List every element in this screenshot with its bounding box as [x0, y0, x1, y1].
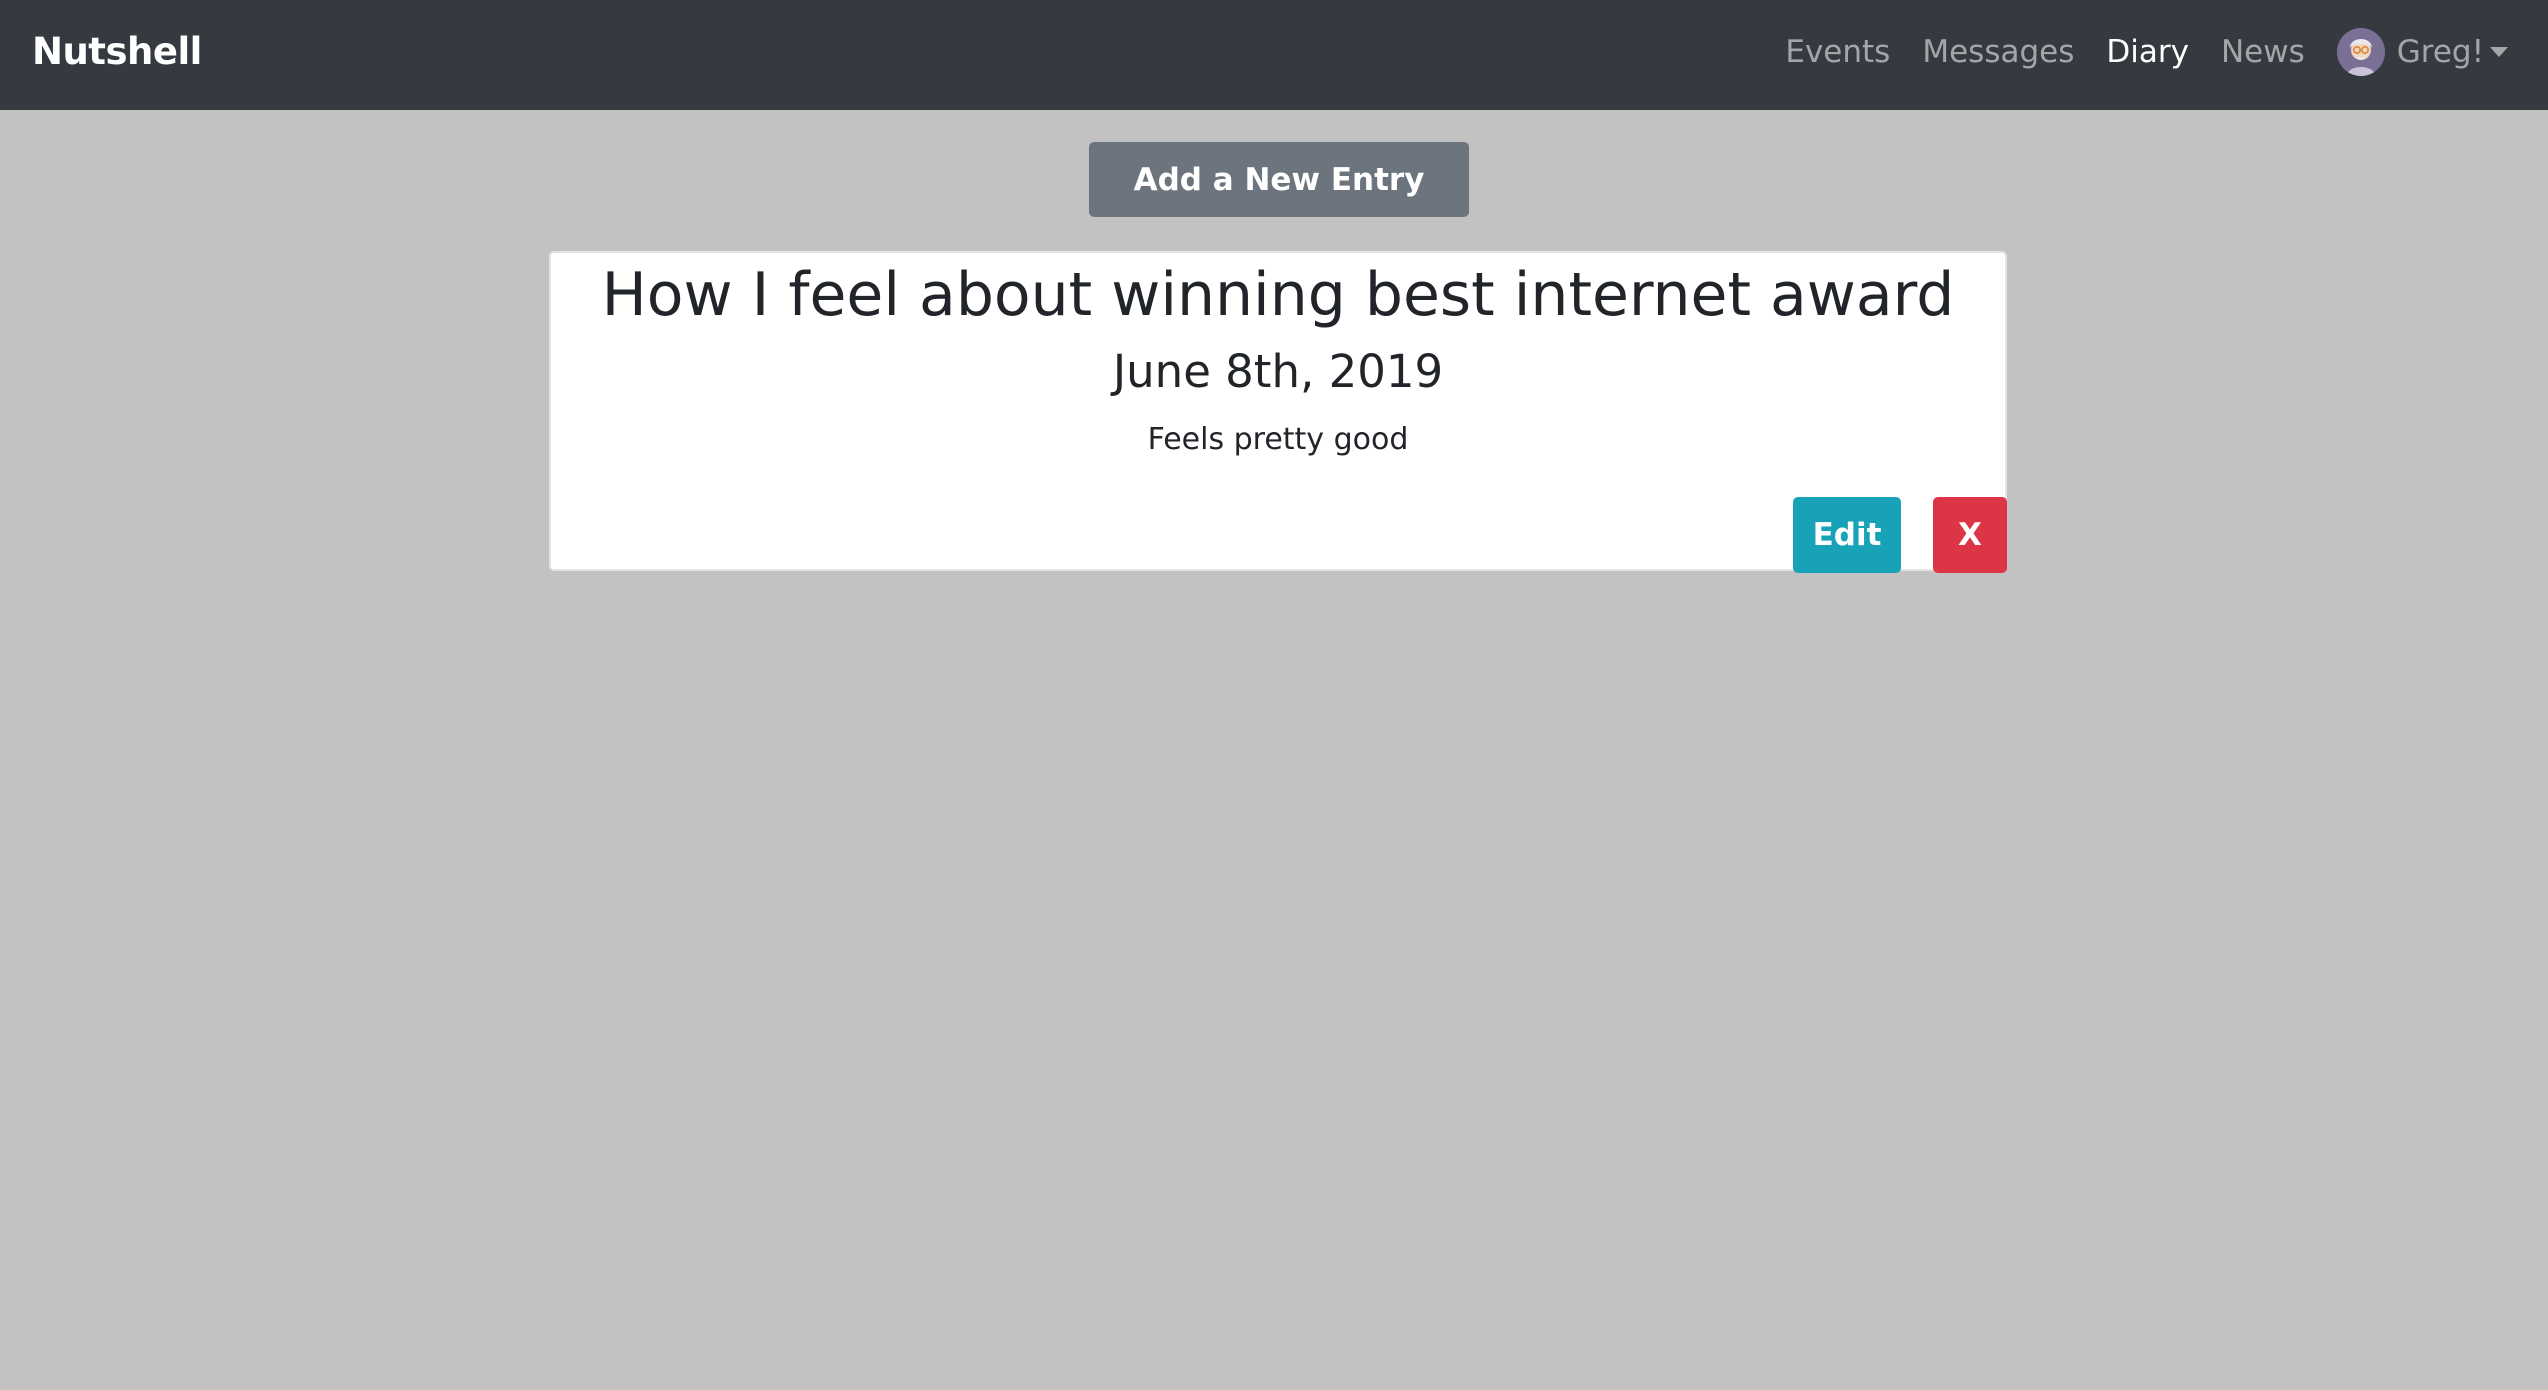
nav-links: Events Messages Diary News Greg!: [1753, 26, 2508, 78]
entry-body: Feels pretty good: [1147, 422, 1409, 457]
navbar: Nutshell Events Messages Diary News Greg…: [0, 0, 2548, 110]
caret-down-icon: [2490, 47, 2508, 57]
brand-logo[interactable]: Nutshell: [32, 26, 202, 78]
nav-link-diary[interactable]: Diary: [2106, 26, 2189, 78]
delete-entry-button[interactable]: X: [1933, 497, 2007, 573]
user-avatar-icon: [2336, 28, 2385, 76]
nav-link-events[interactable]: Events: [1785, 26, 1890, 78]
diary-entry-card: How I feel about winning best internet a…: [549, 251, 2007, 573]
nav-link-messages[interactable]: Messages: [1922, 26, 2074, 78]
user-menu-dropdown[interactable]: Greg!: [2336, 26, 2508, 78]
user-name: Greg!: [2396, 34, 2484, 70]
entry-date: June 8th, 2019: [1112, 345, 1444, 398]
entry-title: How I feel about winning best internet a…: [601, 260, 1955, 330]
add-new-entry-button[interactable]: Add a New Entry: [1089, 142, 1469, 217]
edit-entry-button[interactable]: Edit: [1793, 497, 1901, 573]
nav-link-news[interactable]: News: [2221, 26, 2305, 78]
